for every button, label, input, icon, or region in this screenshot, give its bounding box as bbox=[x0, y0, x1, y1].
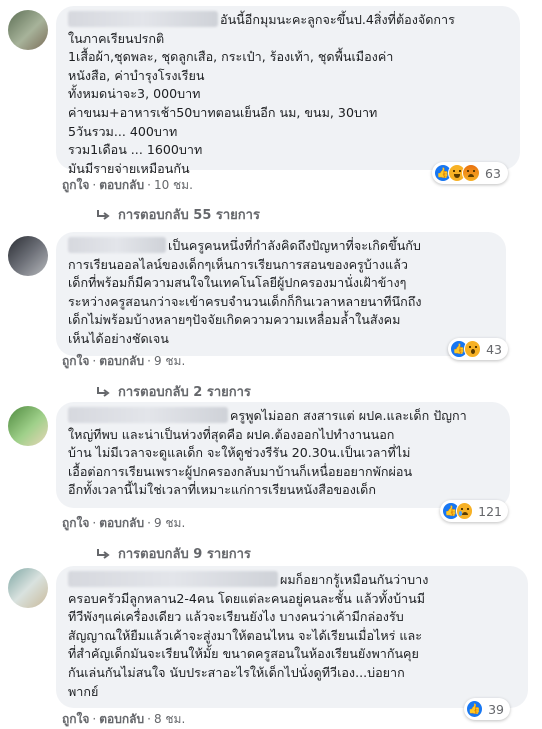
comment-line: ผมก็อยากรู้เหมือนกันว่าบาง bbox=[68, 571, 516, 590]
comment-line: ครูพูดไม่ออก สงสารแต่ ผปค.และเด็ก ปัญกา bbox=[68, 407, 498, 426]
comment-line: อันนี้อีกมุมนะคะลูกจะขึ้นป.4สิ่งที่ต้องจ… bbox=[68, 11, 508, 30]
like-button[interactable]: ถูกใจ bbox=[62, 516, 89, 530]
comment-line: สัญญาณให้ยืมแล้วเค้าจะสู่งมาให้ตอนไหน จะ… bbox=[68, 627, 423, 643]
reaction-summary[interactable]: 👍 63 bbox=[432, 162, 508, 184]
wow-icon bbox=[463, 340, 482, 358]
comment-bubble: ผมก็อยากรู้เหมือนกันว่าบาง ครอบครัวมีลูก… bbox=[56, 566, 528, 708]
comment-line: เด็กที่พร้อมก็มีความสนใจในเทคโนโลยีผู้ปก… bbox=[68, 275, 407, 291]
avatar[interactable] bbox=[8, 10, 48, 50]
author-name[interactable] bbox=[68, 571, 278, 587]
avatar[interactable] bbox=[8, 568, 48, 608]
comment-line: การเรียนออลไลน์ของเด็กๆเห็นการเรียนการสอ… bbox=[68, 256, 408, 272]
view-replies-link[interactable]: การตอบกลับ 9 รายการ bbox=[96, 543, 251, 564]
replies-label[interactable]: การตอบกลับ 9 รายการ bbox=[118, 543, 251, 564]
timestamp[interactable]: 9 ชม. bbox=[154, 516, 185, 530]
reaction-count: 63 bbox=[485, 165, 501, 181]
comment-line: ทั้งหมดน่าจะ3, 000บาท bbox=[68, 86, 201, 102]
comment-bubble: อันนี้อีกมุมนะคะลูกจะขึ้นป.4สิ่งที่ต้องจ… bbox=[56, 6, 520, 176]
comment-line: 1เสื้อผ้า,ชุดพละ, ชุดลูกเสือ, กระเป๋า, ร… bbox=[68, 49, 394, 65]
comment-line: ที่สำคัญเด็กมันจะเรียนให้มั้ย ขนาดครูสอน… bbox=[68, 646, 419, 662]
comment-actions: ถูกใจ · ตอบกลับ · 10 ชม. bbox=[62, 178, 193, 192]
like-icon: 👍 bbox=[466, 700, 484, 718]
reaction-summary[interactable]: 👍 43 bbox=[448, 338, 508, 360]
reply-button[interactable]: ตอบกลับ bbox=[99, 354, 144, 368]
comment-line: อีกทั้งเวลานี้ไม่ใช่เวลาที่เหมาะแก่การเร… bbox=[68, 482, 376, 498]
avatar[interactable] bbox=[8, 236, 48, 276]
timestamp[interactable]: 8 ชม. bbox=[154, 712, 185, 726]
reaction-count: 121 bbox=[478, 503, 502, 519]
comment-bubble: เป็นครูคนหนึ่งที่กำลังคิดถึงปัญหาที่จะเก… bbox=[56, 232, 506, 356]
comment-line: เอื้อต่อการเรียนเพราะผู้ปกครองกลับมาบ้าน… bbox=[68, 463, 413, 479]
comment-line: รวม1เดือน ... 1600บาท bbox=[68, 142, 203, 158]
comment-line: ใหญ่ทีพบ และน่าเป็นห่วงที่สุดคือ ผปค.ต้อ… bbox=[68, 426, 395, 442]
timestamp[interactable]: 10 ชม. bbox=[154, 178, 193, 192]
replies-label[interactable]: การตอบกลับ 2 รายการ bbox=[118, 381, 251, 402]
author-name[interactable] bbox=[68, 237, 166, 253]
comment-line: พากย์ bbox=[68, 683, 99, 699]
comment-line: ในภาคเรียนปรกติ bbox=[68, 30, 165, 46]
replies-label[interactable]: การตอบกลับ 55 รายการ bbox=[118, 204, 260, 225]
comment-line: ครอบครัวมีลูกหลาน2-4คน โดยแต่ละคนอยู่คนล… bbox=[68, 590, 426, 606]
comment-bubble: ครูพูดไม่ออก สงสารแต่ ผปค.และเด็ก ปัญกา … bbox=[56, 402, 510, 508]
like-button[interactable]: ถูกใจ bbox=[62, 354, 89, 368]
comment-line: ทีวีพังๆแค่เครื่องเดียว แล้วจะเรียนยังไง… bbox=[68, 609, 404, 625]
like-button[interactable]: ถูกใจ bbox=[62, 712, 89, 726]
comment-actions: ถูกใจ · ตอบกลับ · 9 ชม. bbox=[62, 354, 186, 368]
reply-button[interactable]: ตอบกลับ bbox=[99, 178, 144, 192]
author-name[interactable] bbox=[68, 11, 218, 27]
avatar[interactable] bbox=[8, 406, 48, 446]
view-replies-link[interactable]: การตอบกลับ 55 รายการ bbox=[96, 204, 260, 225]
comment-line: 5วันรวม... 400บาท bbox=[68, 123, 178, 139]
author-name[interactable] bbox=[68, 407, 228, 423]
comment-line: เห็นได้อย่างชัดเจน bbox=[68, 330, 169, 346]
comment-actions: ถูกใจ · ตอบกลับ · 8 ชม. bbox=[62, 712, 186, 726]
reply-arrow-icon bbox=[97, 209, 110, 220]
view-replies-link[interactable]: การตอบกลับ 2 รายการ bbox=[96, 381, 251, 402]
reaction-count: 43 bbox=[486, 341, 502, 357]
comment-line: ค่าขนม+อาหารเช้า50บาทตอนเย็นอีก นม, ขนม,… bbox=[68, 104, 378, 120]
reply-button[interactable]: ตอบกลับ bbox=[99, 516, 144, 530]
sad-icon bbox=[455, 502, 474, 520]
timestamp[interactable]: 9 ชม. bbox=[154, 354, 185, 368]
comment-line: เป็นครูคนหนึ่งที่กำลังคิดถึงปัญหาที่จะเก… bbox=[68, 237, 494, 256]
comment-line: หนังสือ, ค่าบำรุงโรงเรียน bbox=[68, 67, 205, 83]
reaction-summary[interactable]: 👍 39 bbox=[464, 698, 510, 720]
reply-button[interactable]: ตอบกลับ bbox=[99, 712, 144, 726]
reply-arrow-icon bbox=[97, 548, 110, 559]
comment-line: กันเล่นกันไม่สนใจ นับประสาอะไรให้เด็กไปน… bbox=[68, 664, 405, 680]
comment-line: ระหว่างครูสอนกว่าจะเข้าครบจำนวนเด็กก็กิน… bbox=[68, 293, 422, 309]
reaction-count: 39 bbox=[488, 701, 504, 717]
angry-icon bbox=[462, 164, 480, 182]
comment-line: เด็กไม่พร้อมบ้างหลายๆปัจจัยเกิดความความเ… bbox=[68, 312, 401, 328]
comment-line: บ้าน ไม่มีเวลาจะดูแลเด็ก จะให้ดูช่วงรีรั… bbox=[68, 445, 411, 461]
comment-actions: ถูกใจ · ตอบกลับ · 9 ชม. bbox=[62, 516, 186, 530]
reply-arrow-icon bbox=[97, 386, 110, 397]
reaction-summary[interactable]: 👍 121 bbox=[440, 500, 508, 522]
like-button[interactable]: ถูกใจ bbox=[62, 178, 89, 192]
